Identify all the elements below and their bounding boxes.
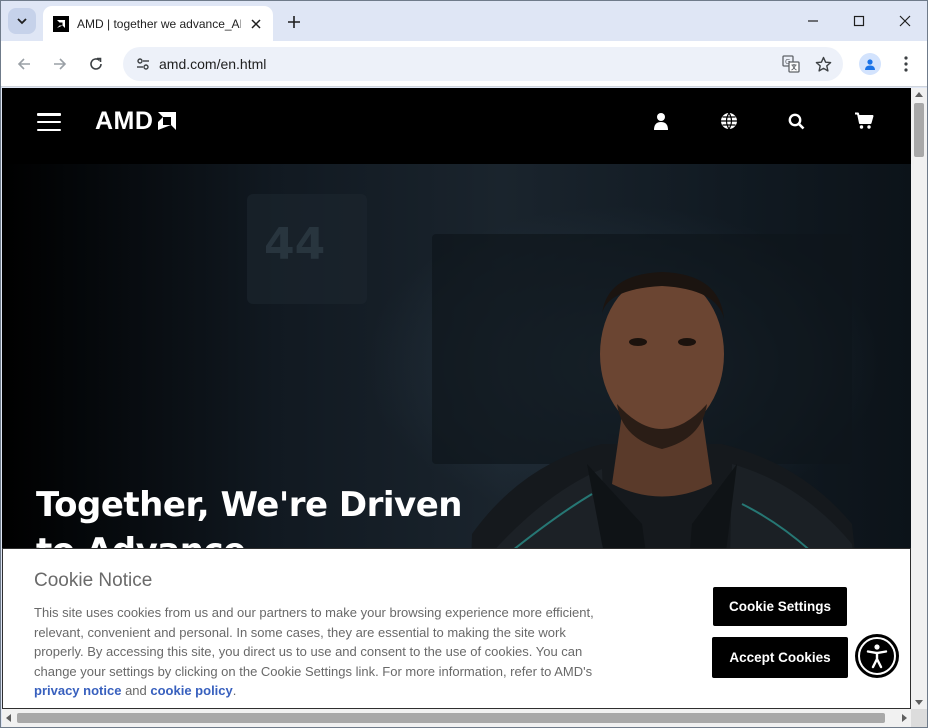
and-text: and bbox=[125, 683, 147, 699]
maximize-button[interactable] bbox=[847, 9, 871, 33]
tab-search-button[interactable] bbox=[8, 8, 36, 34]
window-close-button[interactable] bbox=[893, 9, 917, 33]
profile-button[interactable] bbox=[859, 53, 881, 75]
site-header: AMD bbox=[2, 88, 911, 164]
translate-icon: G bbox=[782, 55, 800, 73]
user-icon bbox=[654, 113, 668, 130]
privacy-notice-link[interactable]: privacy notice bbox=[34, 683, 121, 698]
amd-logo[interactable]: AMD bbox=[95, 106, 179, 136]
logo-text: AMD bbox=[95, 106, 154, 135]
scroll-down-arrow-icon[interactable] bbox=[915, 700, 923, 705]
close-icon bbox=[251, 18, 261, 29]
tab-title: AMD | together we advance_AI bbox=[77, 16, 241, 31]
minimize-button[interactable] bbox=[801, 9, 825, 33]
reload-button[interactable] bbox=[84, 52, 108, 76]
horizontal-scroll-thumb[interactable] bbox=[17, 713, 885, 723]
amd-favicon-icon bbox=[53, 15, 69, 32]
url-text: amd.com/en.html bbox=[159, 56, 267, 72]
horizontal-scrollbar[interactable] bbox=[2, 709, 911, 727]
browser-window: AMD | together we advance_AI amd.com/en.… bbox=[0, 0, 928, 728]
cookie-notice-body: This site uses cookies from us and our p… bbox=[34, 605, 594, 679]
vertical-scroll-thumb[interactable] bbox=[914, 103, 924, 157]
forward-button[interactable] bbox=[48, 52, 72, 76]
cookie-policy-link[interactable]: cookie policy bbox=[150, 683, 232, 698]
vertical-scrollbar[interactable] bbox=[911, 88, 927, 709]
scroll-left-arrow-icon[interactable] bbox=[6, 714, 11, 722]
reload-icon bbox=[90, 57, 102, 70]
tab-active[interactable]: AMD | together we advance_AI bbox=[43, 6, 273, 41]
language-button[interactable] bbox=[716, 108, 742, 134]
svg-text:44: 44 bbox=[264, 219, 325, 270]
tab-bar: AMD | together we advance_AI bbox=[1, 1, 927, 41]
account-button[interactable] bbox=[648, 108, 674, 134]
browser-menu-button[interactable] bbox=[895, 52, 917, 76]
hamburger-menu-button[interactable] bbox=[37, 112, 61, 132]
arrow-left-icon bbox=[17, 58, 30, 70]
scroll-up-arrow-icon[interactable] bbox=[915, 92, 923, 97]
search-icon bbox=[788, 113, 804, 129]
chevron-down-icon bbox=[17, 18, 27, 25]
tune-icon bbox=[137, 58, 149, 70]
star-icon bbox=[815, 56, 831, 72]
amd-arrow-icon bbox=[158, 112, 177, 130]
minimize-icon bbox=[808, 20, 818, 22]
site-search-button[interactable] bbox=[783, 108, 809, 134]
accessibility-button[interactable] bbox=[855, 634, 899, 678]
cart-button[interactable] bbox=[851, 108, 877, 134]
cookie-settings-button[interactable]: Cookie Settings bbox=[713, 587, 847, 626]
bookmark-button[interactable] bbox=[811, 52, 835, 76]
cookie-notice-text: This site uses cookies from us and our p… bbox=[34, 603, 609, 701]
maximize-icon bbox=[853, 15, 865, 27]
scrollbar-corner bbox=[911, 709, 927, 727]
more-vertical-icon bbox=[904, 56, 908, 72]
cookie-notice-title: Cookie Notice bbox=[34, 570, 153, 591]
scroll-right-arrow-icon[interactable] bbox=[902, 714, 907, 722]
cart-icon bbox=[855, 112, 874, 129]
close-icon bbox=[899, 15, 911, 27]
new-tab-button[interactable] bbox=[283, 11, 305, 33]
site-info-button[interactable] bbox=[131, 52, 155, 76]
translate-button[interactable]: G bbox=[779, 52, 803, 76]
address-bar[interactable]: amd.com/en.html G bbox=[123, 47, 843, 81]
globe-icon bbox=[721, 112, 737, 130]
person-icon bbox=[865, 59, 875, 70]
arrow-right-icon bbox=[54, 58, 67, 70]
tab-close-button[interactable] bbox=[247, 15, 265, 33]
browser-toolbar: amd.com/en.html G bbox=[1, 41, 927, 87]
accept-cookies-button[interactable]: Accept Cookies bbox=[712, 637, 848, 678]
accessibility-icon bbox=[866, 644, 888, 669]
period-text: . bbox=[232, 683, 237, 699]
back-button[interactable] bbox=[12, 52, 36, 76]
cookie-notice-banner: Cookie Notice This site uses cookies fro… bbox=[2, 548, 911, 709]
plus-icon bbox=[288, 16, 300, 28]
